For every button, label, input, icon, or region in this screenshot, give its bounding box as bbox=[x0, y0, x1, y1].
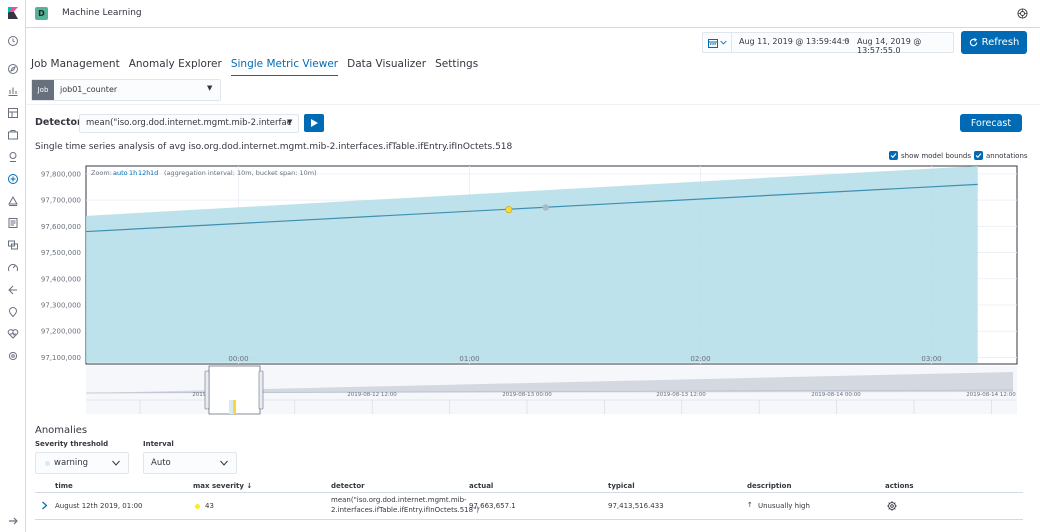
severity-marker-icon bbox=[195, 503, 200, 509]
column-header-detector[interactable]: detector bbox=[331, 482, 365, 490]
zoom-auto-link[interactable]: auto bbox=[113, 169, 128, 177]
context-anomaly-swimlane-cell bbox=[233, 400, 236, 414]
y-tick-label: 97,200,000 bbox=[41, 328, 81, 336]
y-tick-label: 97,300,000 bbox=[41, 301, 81, 309]
severity-threshold-label: Severity threshold bbox=[35, 440, 109, 448]
gear-icon[interactable] bbox=[887, 501, 897, 511]
zoom-1h-link[interactable]: 1h bbox=[129, 169, 137, 177]
column-header-time[interactable]: time bbox=[55, 482, 73, 490]
anomaly-severity-score: 43 bbox=[205, 502, 214, 510]
context-swimlane-cell bbox=[229, 400, 233, 414]
table-header: time max severity ↓ detector actual typi… bbox=[35, 479, 1023, 493]
context-x-tick-label: 2019-08-12 12:00 bbox=[347, 392, 397, 398]
anomaly-severity: 43 bbox=[195, 502, 214, 510]
column-header-typical[interactable]: typical bbox=[608, 482, 635, 490]
column-header-max-severity-label: max severity bbox=[193, 482, 244, 490]
zoom-12h-link[interactable]: 12h bbox=[138, 169, 150, 177]
zoom-bar: Zoom: auto 1h 12h 1d (aggregation interv… bbox=[91, 169, 317, 177]
y-tick-label: 97,700,000 bbox=[41, 197, 81, 205]
x-tick-label: 00:00 bbox=[228, 355, 248, 363]
zoom-prefix: Zoom: bbox=[91, 169, 112, 177]
y-tick-label: 97,800,000 bbox=[41, 170, 81, 178]
anomalies-title: Anomalies bbox=[35, 425, 88, 436]
anomaly-detector-line-1: mean("iso.org.dod.internet.mgmt.mib- bbox=[331, 496, 467, 504]
anomaly-detector-line-2: 2.interfaces.ifTable.ifEntry.ifInOctets.… bbox=[331, 506, 480, 514]
chevron-down-icon bbox=[112, 460, 120, 466]
interval-select[interactable]: Auto bbox=[143, 452, 237, 474]
model-bounds-area bbox=[86, 166, 978, 363]
y-tick-label: 97,600,000 bbox=[41, 223, 81, 231]
context-x-tick-label: 2019-08-14 12:00 bbox=[966, 392, 1016, 398]
severity-threshold-value: warning bbox=[54, 458, 89, 468]
anomaly-typical: 97,413,516.433 bbox=[608, 502, 664, 510]
y-tick-label: 97,500,000 bbox=[41, 249, 81, 257]
context-x-tick-label: 2019-08-13 12:00 bbox=[656, 392, 706, 398]
context-x-tick-label: 2019-08-13 00:00 bbox=[502, 392, 552, 398]
anomaly-actual: 97,663,657.1 bbox=[469, 502, 516, 510]
column-header-description[interactable]: description bbox=[747, 482, 791, 490]
chevron-down-icon bbox=[220, 460, 228, 466]
brush-handle-right[interactable] bbox=[258, 370, 264, 410]
anomaly-time: August 12th 2019, 01:00 bbox=[55, 502, 143, 510]
column-header-max-severity[interactable]: max severity ↓ bbox=[193, 482, 252, 490]
column-header-actual[interactable]: actual bbox=[469, 482, 493, 490]
interval-value: Auto bbox=[151, 458, 171, 468]
severity-threshold-select[interactable]: warning bbox=[35, 452, 129, 474]
sort-down-icon: ↓ bbox=[246, 482, 253, 490]
zoom-info: (aggregation interval: 10m, bucket span:… bbox=[164, 169, 317, 177]
x-tick-label: 01:00 bbox=[459, 355, 479, 363]
anomaly-marker[interactable] bbox=[505, 206, 513, 214]
table-row[interactable]: August 12th 2019, 01:00 43 mean("iso.org… bbox=[35, 493, 1023, 520]
data-point-marker[interactable] bbox=[542, 204, 549, 211]
y-tick-label: 97,100,000 bbox=[41, 354, 81, 362]
x-tick-label: 03:00 bbox=[921, 355, 941, 363]
brush-handle-left[interactable] bbox=[204, 370, 210, 410]
anomalies-table: time max severity ↓ detector actual typi… bbox=[35, 479, 1023, 520]
interval-label: Interval bbox=[143, 440, 174, 448]
context-chart[interactable]: 2019-08-12 00:002019-08-12 12:002019-08-… bbox=[85, 365, 1017, 415]
chevron-right-icon[interactable] bbox=[41, 501, 48, 510]
anomaly-description: Unusually high bbox=[758, 502, 810, 510]
context-x-tick-label: 2019-08-14 00:00 bbox=[811, 392, 861, 398]
column-header-actions: actions bbox=[885, 482, 914, 490]
severity-dot-icon bbox=[45, 461, 50, 466]
anomaly-direction-icon: ↑ bbox=[747, 501, 753, 509]
y-tick-label: 97,400,000 bbox=[41, 275, 81, 283]
x-tick-label: 02:00 bbox=[690, 355, 710, 363]
zoom-1d-link[interactable]: 1d bbox=[150, 169, 158, 177]
